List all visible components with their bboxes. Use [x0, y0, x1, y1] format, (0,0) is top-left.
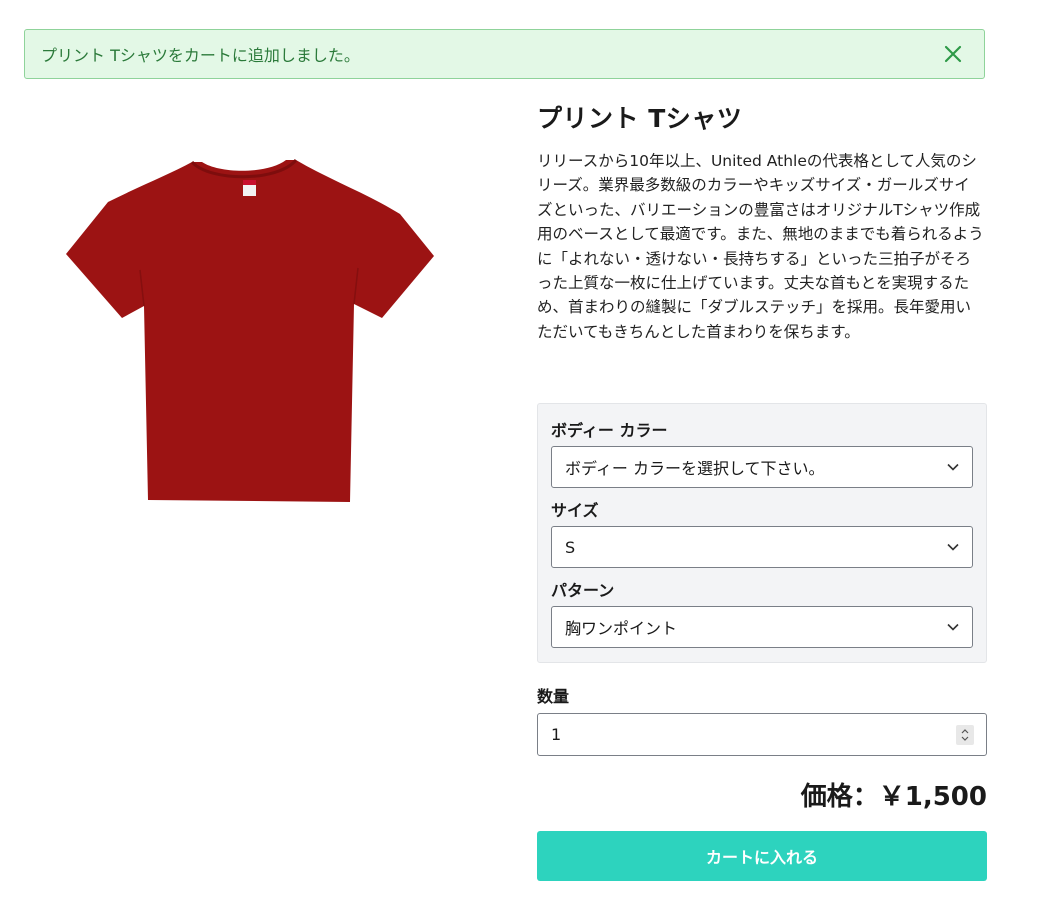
body-color-value: ボディー カラーを選択して下さい。 — [565, 459, 825, 478]
product-info: プリント Tシャツ リリースから10年以上、United Athleの代表格とし… — [537, 100, 987, 344]
product-page: プリント Tシャツをカートに追加しました。 プリント Tシャツ リリースから10… — [0, 0, 1039, 897]
close-icon[interactable] — [942, 43, 964, 65]
product-title: プリント Tシャツ — [537, 104, 743, 133]
options-panel: ボディー カラー ボディー カラーを選択して下さい。 サイズ S パターン 胸ワ… — [537, 403, 987, 663]
chevron-down-icon — [947, 623, 959, 631]
quantity-value: 1 — [551, 725, 562, 744]
stepper-arrows-icon — [961, 729, 969, 741]
quantity-input[interactable]: 1 — [537, 713, 987, 756]
pattern-select[interactable]: 胸ワンポイント — [551, 606, 973, 648]
pattern-label: パターン — [551, 581, 615, 600]
success-alert: プリント Tシャツをカートに追加しました。 — [24, 29, 985, 79]
quantity-label: 数量 — [537, 687, 570, 706]
product-image — [60, 150, 440, 510]
price: 価格：￥1,500 — [800, 782, 987, 812]
alert-message: プリント Tシャツをカートに追加しました。 — [41, 46, 360, 65]
add-to-cart-button[interactable]: カートに入れる — [537, 831, 987, 881]
size-select[interactable]: S — [551, 526, 973, 568]
body-color-label: ボディー カラー — [551, 421, 668, 440]
product-description: リリースから10年以上、United Athleの代表格として人気のシリーズ。業… — [537, 152, 984, 341]
chevron-down-icon — [947, 463, 959, 471]
body-color-select[interactable]: ボディー カラーを選択して下さい。 — [551, 446, 973, 488]
chevron-down-icon — [947, 543, 959, 551]
quantity-stepper[interactable] — [956, 725, 974, 745]
pattern-value: 胸ワンポイント — [565, 619, 678, 638]
size-value: S — [565, 537, 576, 557]
size-label: サイズ — [551, 501, 599, 520]
